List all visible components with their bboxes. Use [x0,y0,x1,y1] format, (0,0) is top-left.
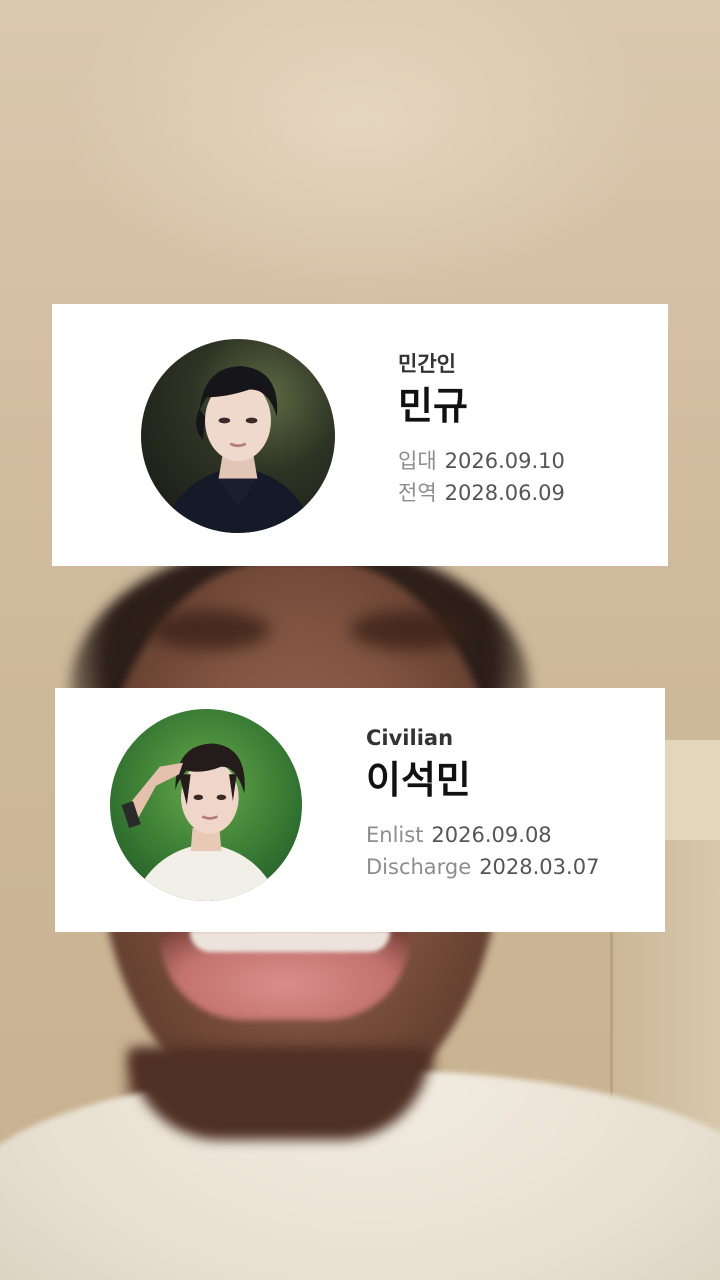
enlist-label: Enlist [366,822,424,847]
discharge-label: 전역 [398,480,437,505]
discharge-label: Discharge [366,854,472,879]
service-dates: 입대 2026.09.10 전역 2028.06.09 [398,445,565,509]
service-dates: Enlist 2026.09.08 Discharge 2028.03.07 [366,819,599,883]
shirt-collar [130,1050,430,1140]
profile-info: Civilian 이석민 Enlist 2026.09.08 Discharge 2… [366,726,599,883]
profile-card: Civilian 이석민 Enlist 2026.09.08 Discharge 2… [55,688,665,932]
profile-info: 민간인 민규 입대 2026.09.10 전역 2028.06.09 [398,352,565,509]
status-label: 민간인 [398,352,456,376]
background-video-frame [0,0,720,1280]
discharge-date-row: 전역 2028.06.09 [398,477,565,509]
person-right-eye [350,610,470,650]
ceiling-light [0,0,720,300]
door-frame [665,740,720,840]
person-teeth [190,930,390,952]
discharge-date: 2028.06.09 [444,480,565,505]
enlist-date-row: 입대 2026.09.10 [398,445,565,477]
discharge-date-row: Discharge 2028.03.07 [366,851,599,883]
profile-avatar [141,339,335,533]
enlist-label: 입대 [398,448,437,473]
enlist-date: 2026.09.08 [431,822,552,847]
profile-card: 민간인 민규 입대 2026.09.10 전역 2028.06.09 [52,304,668,566]
profile-avatar [110,709,302,901]
person-name: 이석민 [366,758,471,803]
discharge-date: 2028.03.07 [479,854,600,879]
portrait-image [121,743,279,901]
person-left-eye [150,610,270,650]
enlist-date: 2026.09.10 [444,448,565,473]
enlist-date-row: Enlist 2026.09.08 [366,819,599,851]
portrait-image [160,366,316,533]
status-label: Civilian [366,726,454,750]
person-name: 민규 [398,384,468,429]
